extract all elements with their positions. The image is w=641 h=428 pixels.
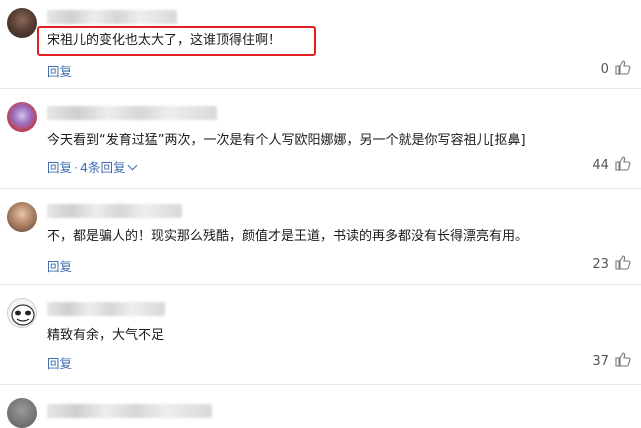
comment-actions: 回复 · 4条回复 — [47, 157, 138, 176]
reply-button[interactable]: 回复 — [47, 356, 72, 371]
separator: · — [74, 160, 78, 175]
avatar[interactable] — [7, 398, 37, 428]
like-button[interactable]: 37 — [592, 352, 631, 371]
comment-actions: 回复 — [47, 61, 72, 80]
like-count: 0 — [600, 62, 609, 77]
comment-item: 精致有余，大气不足 回复 37 — [0, 286, 641, 386]
avatar[interactable] — [7, 298, 37, 328]
username-blurred[interactable] — [47, 404, 212, 418]
divider — [0, 188, 641, 189]
username-blurred[interactable] — [47, 10, 177, 24]
comment-item-partial — [0, 386, 641, 428]
username-blurred[interactable] — [47, 302, 165, 316]
reply-button[interactable]: 回复 — [47, 160, 72, 175]
like-button[interactable]: 23 — [592, 255, 631, 274]
like-count: 23 — [592, 257, 609, 272]
thumbs-up-icon — [615, 60, 631, 79]
comment-actions: 回复 — [47, 353, 72, 372]
like-count: 37 — [592, 354, 609, 369]
divider — [0, 384, 641, 385]
reply-button[interactable]: 回复 — [47, 64, 72, 79]
divider — [0, 284, 641, 285]
comment-actions: 回复 — [47, 256, 72, 275]
divider — [0, 88, 641, 89]
comment-item: 宋祖儿的变化也太大了，这谁顶得住啊！ 回复 0 — [0, 0, 641, 86]
chevron-down-icon — [128, 160, 138, 171]
panda-face-icon — [11, 304, 35, 326]
username-blurred[interactable] — [47, 204, 182, 218]
like-count: 44 — [592, 158, 609, 173]
like-button[interactable]: 0 — [601, 60, 631, 79]
comment-text: 今天看到“发育过猛”两次，一次是有个人写欧阳娜娜，另一个就是你写容祖儿[抠鼻] — [47, 133, 526, 148]
username-blurred[interactable] — [47, 106, 217, 120]
comment-item: 今天看到“发育过猛”两次，一次是有个人写欧阳娜娜，另一个就是你写容祖儿[抠鼻] … — [0, 90, 641, 190]
view-replies-button[interactable]: 4条回复 — [80, 160, 138, 175]
avatar[interactable] — [7, 202, 37, 232]
comment-text: 不，都是骗人的！现实那么残酷，颜值才是王道，书读的再多都没有长得漂亮有用。 — [47, 229, 529, 244]
reply-button[interactable]: 回复 — [47, 259, 72, 274]
thumbs-up-icon — [615, 255, 631, 274]
replies-count-label: 4条回复 — [80, 160, 126, 175]
comment-text: 精致有余，大气不足 — [47, 328, 165, 343]
thumbs-up-icon — [615, 352, 631, 371]
comment-text: 宋祖儿的变化也太大了，这谁顶得住啊！ — [47, 33, 282, 48]
thumbs-up-icon — [615, 156, 631, 175]
avatar[interactable] — [7, 102, 37, 132]
comment-item: 不，都是骗人的！现实那么残酷，颜值才是王道，书读的再多都没有长得漂亮有用。 回复… — [0, 190, 641, 288]
like-button[interactable]: 44 — [592, 156, 631, 175]
avatar[interactable] — [7, 8, 37, 38]
